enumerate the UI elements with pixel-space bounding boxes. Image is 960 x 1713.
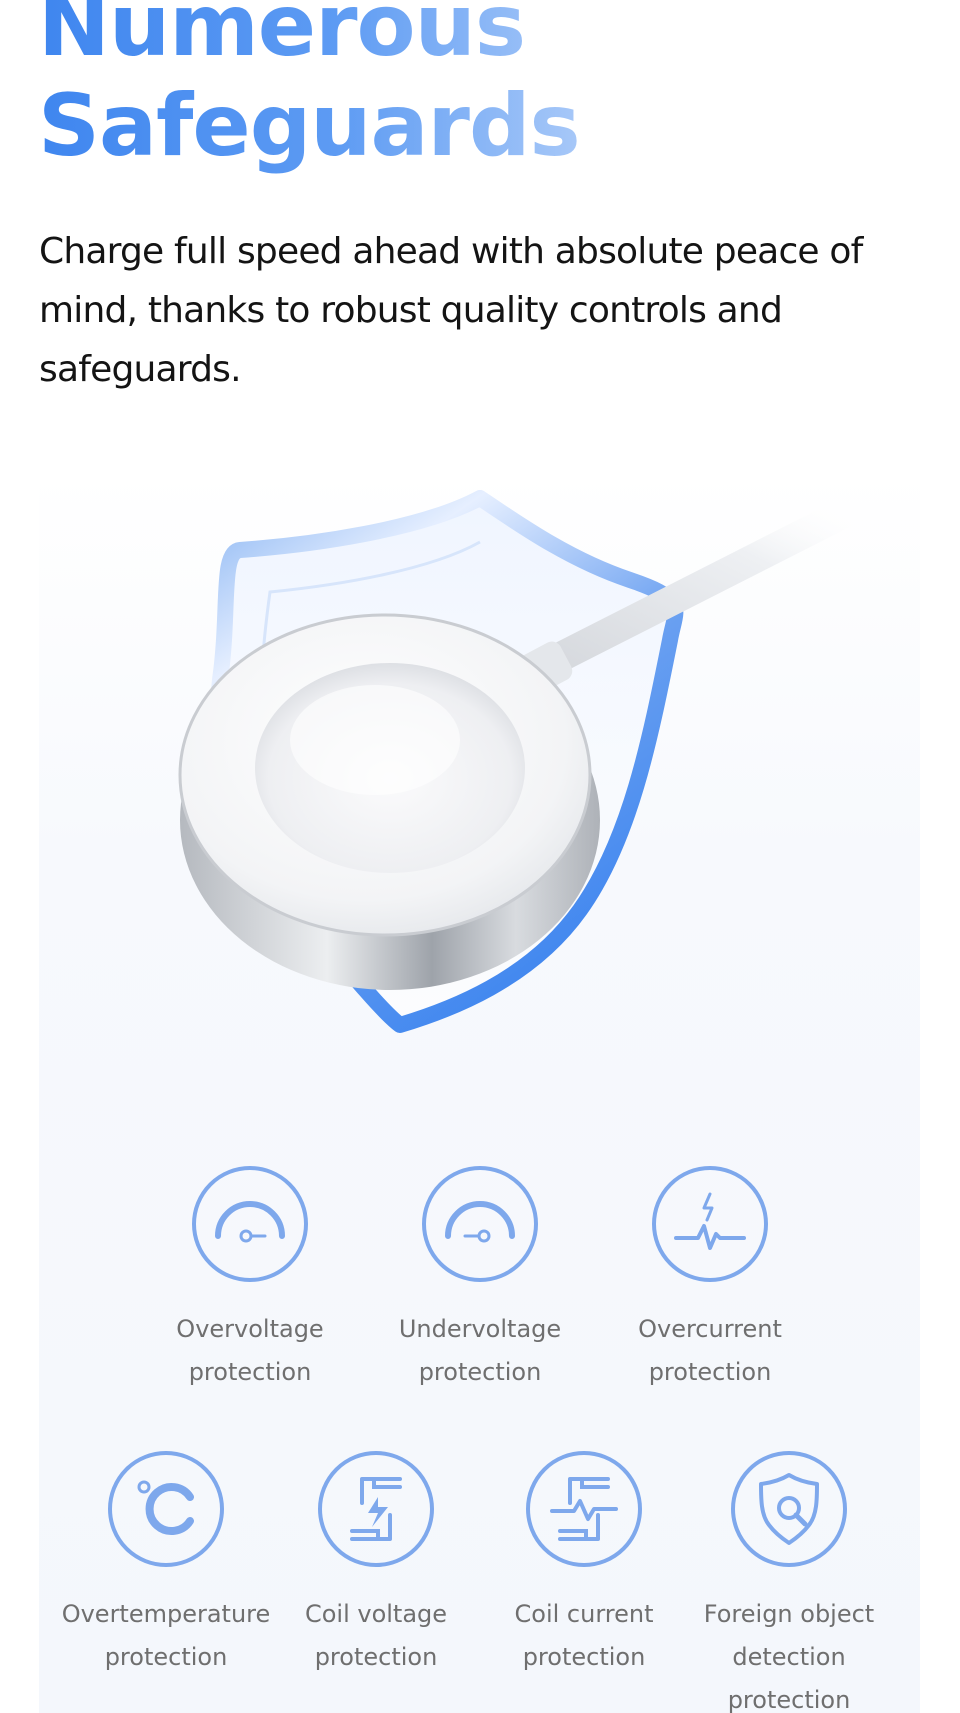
headline: Numerous Safeguards bbox=[38, 0, 580, 176]
feature-label-line: protection bbox=[188, 1358, 312, 1386]
feature-label-line: detection bbox=[732, 1643, 846, 1671]
feature-label-line: Overvoltage bbox=[176, 1315, 324, 1343]
lightning-pulse-icon bbox=[652, 1166, 768, 1282]
feature-label-line: Coil voltage bbox=[304, 1600, 448, 1628]
feature-label: Foreign object detection protection bbox=[669, 1593, 909, 1713]
shield-search-icon bbox=[731, 1451, 847, 1567]
feature-label-line: protection bbox=[522, 1643, 646, 1671]
feature-coil-current: Coil current protection bbox=[464, 1449, 704, 1679]
feature-label-line: protection bbox=[418, 1358, 542, 1386]
feature-label-line: protection bbox=[648, 1358, 772, 1386]
feature-coil-voltage: Coil voltage protection bbox=[256, 1449, 496, 1679]
feature-label: Overvoltage protection bbox=[130, 1308, 370, 1394]
intro-paragraph: Charge full speed ahead with absolute pe… bbox=[39, 231, 863, 390]
feature-undervoltage: Undervoltage protection bbox=[360, 1164, 600, 1394]
gauge-high-icon bbox=[192, 1166, 308, 1282]
charger-shield-illustration bbox=[178, 490, 865, 1033]
headline-line-2: Safeguards bbox=[38, 76, 580, 176]
feature-label: Coil current protection bbox=[464, 1593, 704, 1679]
feature-label-line: protection bbox=[727, 1686, 851, 1713]
celsius-icon bbox=[108, 1451, 224, 1567]
feature-label: Undervoltage protection bbox=[360, 1308, 600, 1394]
feature-label: Coil voltage protection bbox=[256, 1593, 496, 1679]
feature-label-line: Overcurrent bbox=[638, 1315, 782, 1343]
feature-label-line: protection bbox=[314, 1643, 438, 1671]
feature-overcurrent: Overcurrent protection bbox=[590, 1164, 830, 1394]
coil-voltage-icon bbox=[318, 1451, 434, 1567]
feature-label: Overcurrent protection bbox=[590, 1308, 830, 1394]
feature-label-line: Foreign object bbox=[703, 1600, 875, 1628]
feature-overvoltage: Overvoltage protection bbox=[130, 1164, 370, 1394]
feature-label-line: Coil current bbox=[514, 1600, 654, 1628]
product-feature-page: Numerous Safeguards Charge full speed ah… bbox=[0, 0, 960, 1713]
feature-label-line: protection bbox=[104, 1643, 228, 1671]
headline-line-1: Numerous bbox=[38, 0, 526, 76]
feature-label-line: Undervoltage bbox=[398, 1315, 562, 1343]
feature-overtemperature: Overtemperature protection bbox=[46, 1449, 286, 1679]
coil-current-icon bbox=[526, 1451, 642, 1567]
feature-label: Overtemperature protection bbox=[46, 1593, 286, 1679]
feature-foreign-object-detection: Foreign object detection protection bbox=[669, 1449, 909, 1713]
gauge-low-icon bbox=[422, 1166, 538, 1282]
feature-label-line: Overtemperature bbox=[61, 1600, 271, 1628]
